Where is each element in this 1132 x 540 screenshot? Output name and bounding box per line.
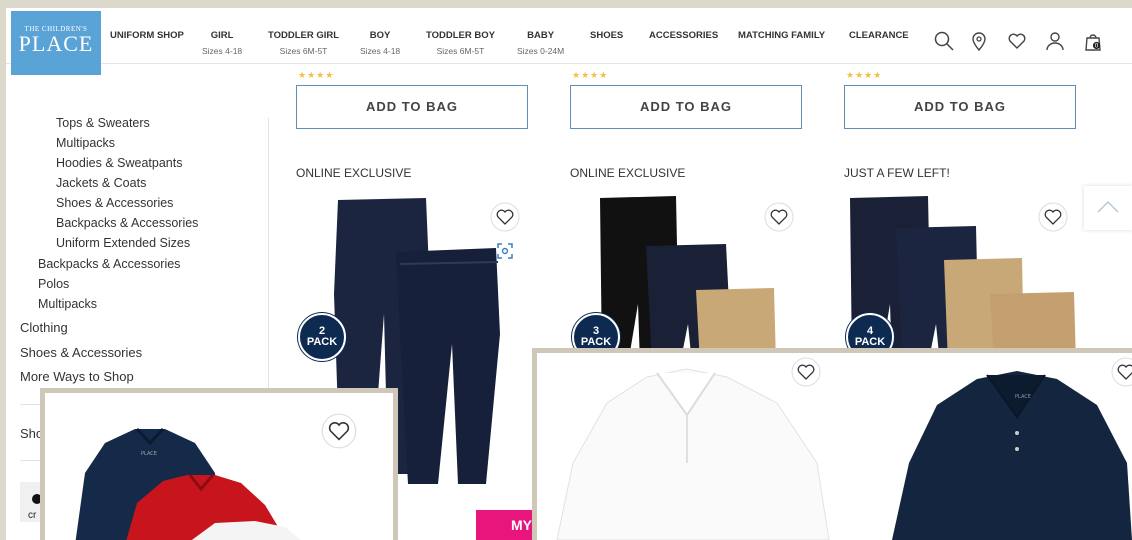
nav-baby[interactable]: BABY Sizes 0-24M (517, 30, 564, 56)
overlay-tile-polo-pack[interactable]: PLACE (40, 388, 398, 540)
account-icon[interactable] (1044, 30, 1066, 52)
wishlist-heart-icon-5[interactable] (791, 357, 821, 387)
rating-stars: ★★★★ (298, 70, 335, 80)
pack-badge-1-word: PACK (306, 336, 338, 348)
add-to-bag-button-3[interactable]: ADD TO BAG (844, 85, 1076, 129)
bag-count: 0 (1095, 43, 1099, 50)
bag-icon[interactable]: 0 (1082, 30, 1104, 52)
sidebar-item-jackets[interactable]: Jackets & Coats (56, 176, 146, 190)
sidebar-item-multipacks-2[interactable]: Multipacks (38, 297, 97, 311)
overlay-tile-polos[interactable]: PLACE (532, 348, 1132, 540)
rating-stars-3: ★★★★ (846, 70, 883, 80)
rating-stars-2: ★★★★ (572, 70, 609, 80)
sidebar-item-backpacks[interactable]: Backpacks & Accessories (56, 216, 198, 230)
sidebar-item-tops-sweaters[interactable]: Tops & Sweaters (56, 116, 150, 130)
chevron-up-icon (1097, 200, 1119, 213)
product-image-polos: PLACE (556, 368, 1132, 540)
wishlist-heart-icon-3[interactable] (1038, 202, 1068, 232)
svg-text:PLACE: PLACE (1015, 394, 1031, 400)
sidebar-section-more-ways[interactable]: More Ways to Shop (20, 369, 134, 384)
brand-logo[interactable]: THE CHILDREN'S PLACE (11, 11, 101, 75)
pack-badge-1: 2 PACK (298, 313, 346, 361)
product-tag-1: ONLINE EXCLUSIVE (296, 166, 412, 180)
wishlist-heart-icon-6[interactable] (1111, 357, 1132, 387)
nav-clearance[interactable]: CLEARANCE (849, 30, 909, 46)
nav-shoes[interactable]: SHOES (590, 30, 623, 46)
sidebar-item-polos[interactable]: Polos (38, 277, 69, 291)
product-image-pants-3pack[interactable] (596, 194, 776, 364)
add-to-bag-button-1[interactable]: ADD TO BAG (296, 85, 528, 129)
nav-toddler-boy[interactable]: TODDLER BOY Sizes 6M-5T (426, 30, 495, 56)
visual-search-icon[interactable] (496, 242, 514, 260)
filter-chip-label: cr (28, 510, 37, 521)
sidebar-item-backpacks-accessories[interactable]: Backpacks & Accessories (38, 257, 180, 271)
sidebar-item-extended-sizes[interactable]: Uniform Extended Sizes (56, 236, 190, 250)
logo-big-text: PLACE (18, 31, 94, 56)
nav-toddler-girl[interactable]: TODDLER GIRL Sizes 6M-5T (268, 30, 339, 56)
nav-uniform-shop[interactable]: UNIFORM SHOP (110, 30, 184, 46)
add-to-bag-button-2[interactable]: ADD TO BAG (570, 85, 802, 129)
sidebar-item-hoodies[interactable]: Hoodies & Sweatpants (56, 156, 182, 170)
my-place-button[interactable]: MY (476, 510, 538, 540)
site-header: THE CHILDREN'S PLACE UNIFORM SHOP GIRL Si… (6, 8, 1132, 75)
heart-icon[interactable] (1006, 30, 1028, 52)
wishlist-heart-icon-4[interactable] (321, 413, 357, 449)
nav-girl[interactable]: GIRL Sizes 4-18 (202, 30, 242, 56)
product-tag-3: JUST A FEW LEFT! (844, 166, 950, 180)
pack-badge-3-word: PACK (854, 336, 886, 348)
sidebar-item-shoes-accessories[interactable]: Shoes & Accessories (56, 196, 173, 210)
sidebar-section-clothing[interactable]: Clothing (20, 320, 68, 335)
search-icon[interactable] (933, 30, 955, 52)
nav-matching-family[interactable]: MATCHING FAMILY (738, 30, 825, 46)
wishlist-heart-icon-1[interactable] (490, 202, 520, 232)
back-to-top-button[interactable] (1084, 186, 1132, 230)
location-icon[interactable] (968, 30, 990, 52)
nav-boy[interactable]: BOY Sizes 4-18 (360, 30, 400, 56)
svg-text:PLACE: PLACE (141, 451, 157, 457)
sidebar-section-shoes[interactable]: Shoes & Accessories (20, 345, 142, 360)
pack-badge-2-word: PACK (580, 336, 612, 348)
sidebar-item-multipacks[interactable]: Multipacks (56, 136, 115, 150)
wishlist-heart-icon-2[interactable] (764, 202, 794, 232)
product-tag-2: ONLINE EXCLUSIVE (570, 166, 686, 180)
nav-accessories[interactable]: ACCESSORIES (649, 30, 718, 46)
